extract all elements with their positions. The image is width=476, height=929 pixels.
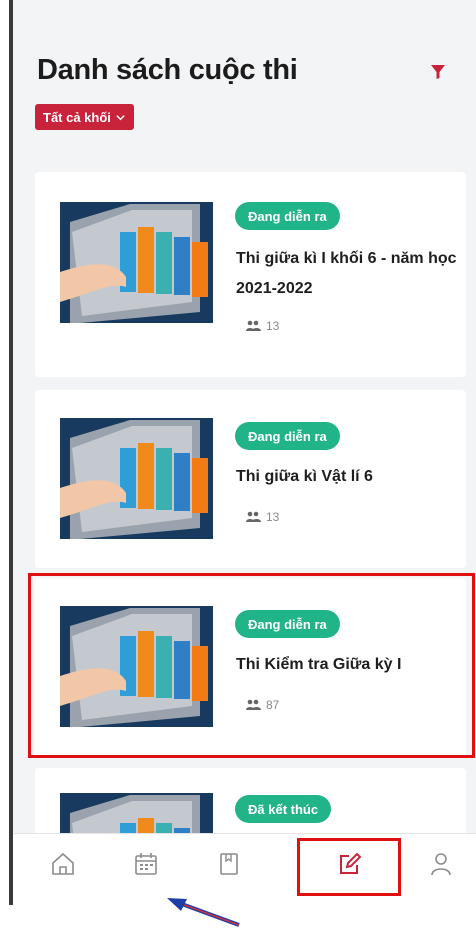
contest-thumbnail bbox=[60, 418, 213, 539]
contest-title: Thi giữa kì I khối 6 - năm học 2021-2022 bbox=[236, 250, 457, 297]
home-icon bbox=[52, 852, 74, 875]
app-screen: Danh sách cuộc thi Tất cả khối Đang diễn… bbox=[13, 0, 476, 905]
contest-card[interactable]: Đang diễn ra Thi giữa kì I khối 6 - năm … bbox=[35, 172, 466, 377]
book-icon bbox=[220, 853, 238, 875]
chevron-down-icon bbox=[116, 114, 125, 120]
status-badge: Đang diễn ra bbox=[235, 202, 340, 230]
user-icon bbox=[431, 853, 451, 876]
calendar-icon bbox=[135, 853, 157, 875]
nav-library[interactable] bbox=[215, 850, 243, 878]
contest-title: Thi giữa kì Vật lí 6 bbox=[236, 468, 373, 485]
annotation-highlight-box bbox=[28, 573, 475, 758]
grade-filter-dropdown[interactable]: Tất cả khối bbox=[35, 104, 134, 130]
users-icon bbox=[246, 511, 261, 522]
participant-count-value: 13 bbox=[266, 319, 280, 333]
participant-count: 13 bbox=[246, 510, 279, 524]
contest-card[interactable]: Đang diễn ra Thi giữa kì Vật lí 6 13 bbox=[35, 390, 466, 568]
grade-filter-label: Tất cả khối bbox=[43, 109, 111, 125]
nav-calendar[interactable] bbox=[132, 850, 160, 878]
users-icon bbox=[246, 320, 261, 331]
status-badge: Đã kết thúc bbox=[235, 795, 332, 823]
status-badge: Đang diễn ra bbox=[235, 422, 340, 450]
filter-icon[interactable] bbox=[428, 62, 448, 82]
nav-profile[interactable] bbox=[427, 850, 455, 878]
participant-count: 13 bbox=[246, 319, 279, 333]
annotation-highlight-box bbox=[297, 838, 401, 896]
contest-thumbnail bbox=[60, 202, 213, 323]
participant-count-value: 13 bbox=[266, 510, 280, 524]
nav-home[interactable] bbox=[49, 850, 77, 878]
page-title: Danh sách cuộc thi bbox=[37, 54, 298, 86]
annotation-arrow-icon bbox=[167, 898, 240, 927]
